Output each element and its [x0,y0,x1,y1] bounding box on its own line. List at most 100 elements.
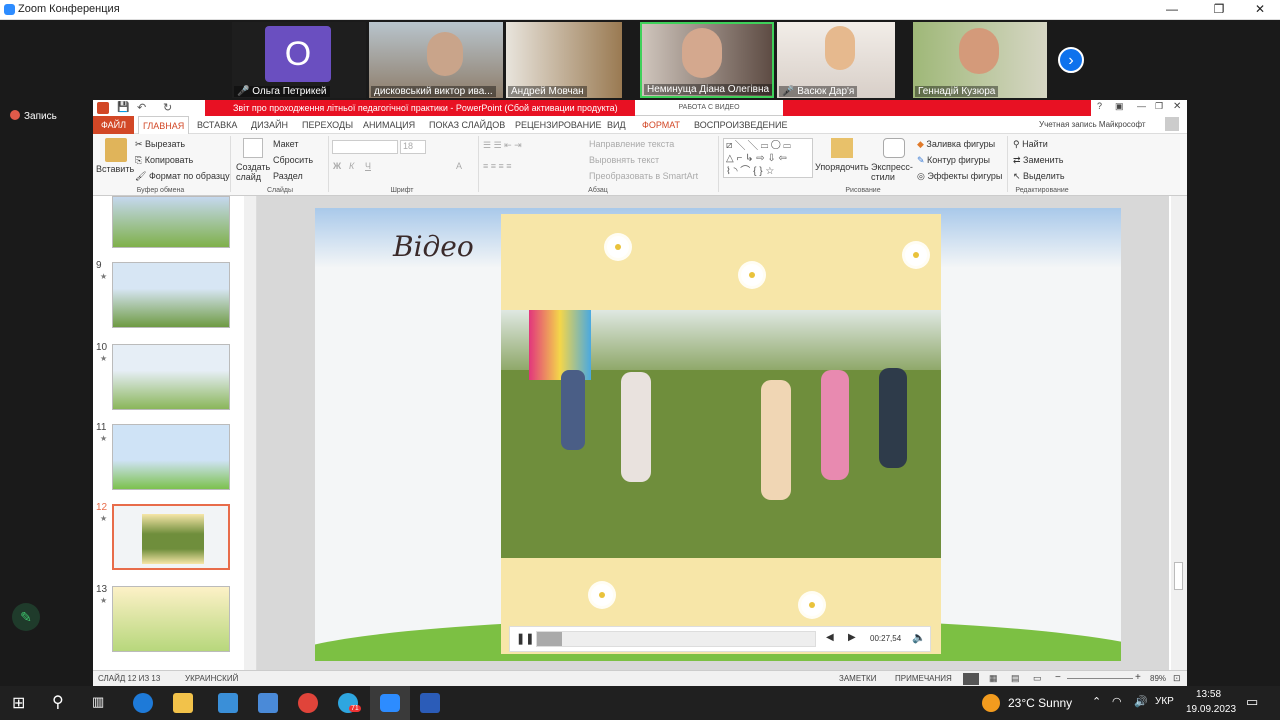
slide-scrollbar[interactable] [1171,196,1187,670]
search-icon[interactable]: ⚲ [52,692,64,712]
fit-slide-icon[interactable]: ⊡ [1173,673,1181,684]
weather-sun-icon[interactable] [982,694,1000,712]
windows-start-icon[interactable]: ⊞ [12,693,25,713]
align-text-button[interactable]: Выровнять текст [589,155,659,165]
slide-thumbnail[interactable] [112,586,230,652]
account-label[interactable]: Учетная запись Майкрософт [1035,116,1150,134]
new-slide-icon[interactable] [243,138,263,158]
underline-button[interactable]: Ч [365,161,371,171]
slide-sorter-icon[interactable]: ▦ [989,673,998,684]
wifi-icon[interactable]: ◠ [1112,695,1122,708]
quick-styles-button[interactable]: Экспресс-стили [871,162,915,182]
clock-time[interactable]: 13:58 [1196,689,1221,700]
save-icon[interactable]: 💾 [117,102,129,113]
video-player[interactable]: ❚❚ ◀ ▶ 00:27,54 🔈 [501,214,941,654]
slide-thumbnail[interactable] [112,262,230,328]
bold-button[interactable]: Ж [333,161,341,171]
slide-thumbnail-selected[interactable] [112,504,230,570]
chevron-up-icon[interactable]: ⌃ [1092,695,1101,708]
undo-icon[interactable]: ↶ [137,101,146,114]
arrange-button[interactable]: Упорядочить [815,162,869,172]
close-button[interactable]: ✕ [1250,2,1270,16]
tab-format[interactable]: ФОРМАТ [638,116,684,134]
zoom-taskbar-active[interactable] [370,686,410,720]
chrome-icon[interactable] [298,693,318,713]
tab-transitions[interactable]: ПЕРЕХОДЫ [298,116,357,134]
help-icon[interactable]: ? [1097,101,1102,111]
cut-button[interactable]: ✂ Вырезать [135,139,185,150]
convert-smartart-button[interactable]: Преобразовать в SmartArt [589,171,698,181]
notifications-icon[interactable]: ▭ [1246,694,1258,710]
font-color-button[interactable]: A [456,161,462,171]
slide-thumbnail[interactable] [112,424,230,490]
ppt-close-button[interactable]: ✕ [1173,101,1181,112]
zoom-slider[interactable] [1067,678,1133,679]
task-view-icon[interactable]: ▥ [92,694,104,710]
section-button[interactable]: Раздел [273,171,303,181]
word-icon[interactable] [420,693,440,713]
clock-date[interactable]: 19.09.2023 [1186,704,1236,715]
select-button[interactable]: ↖ Выделить [1013,171,1065,182]
participant-tile[interactable]: Андрей Мовчан [506,22,622,98]
user-avatar-icon[interactable] [1165,117,1179,131]
find-button[interactable]: ⚲ Найти [1013,139,1048,150]
volume-tray-icon[interactable]: 🔊 [1134,695,1148,708]
edge-icon[interactable] [133,693,153,713]
tab-home[interactable]: ГЛАВНАЯ [138,116,190,134]
shape-fill-button[interactable]: ◆ Заливка фигуры [917,139,995,150]
annotate-pen-icon[interactable]: ✎ [12,603,40,631]
italic-button[interactable]: К [349,161,354,171]
tab-playback[interactable]: ВОСПРОИЗВЕДЕНИЕ [690,116,791,134]
layout-button[interactable]: Макет [273,139,298,149]
file-explorer-icon[interactable] [173,693,193,713]
language-tray[interactable]: УКР [1155,696,1174,707]
video-progress-bar[interactable] [536,631,816,647]
slide-thumbnail[interactable] [112,196,230,248]
zoom-in-button[interactable]: + [1135,672,1141,683]
slideshow-icon[interactable]: ▭ [1033,673,1042,684]
minimize-button[interactable]: — [1162,2,1182,16]
zoom-out-button[interactable]: − [1055,672,1061,683]
new-slide-button[interactable]: Создать слайд [236,162,270,182]
participant-tile[interactable]: 🎤 Васюк Дар'я [777,22,895,98]
font-name-input[interactable] [332,140,398,154]
scroll-thumb[interactable] [1174,562,1183,590]
paste-button[interactable]: Вставить [96,164,134,174]
ppt-minimize-button[interactable]: — [1137,101,1146,111]
slide-title[interactable]: Відео [393,230,474,263]
replace-button[interactable]: ⇄ Заменить [1013,155,1064,166]
participant-tile[interactable]: Геннадій Кузюра [913,22,1047,98]
notes-button[interactable]: ЗАМЕТКИ [839,674,876,683]
participant-tile[interactable]: дисковський виктор ива... [369,22,503,98]
normal-view-icon[interactable] [963,673,979,685]
comments-button[interactable]: ПРИМЕЧАНИЯ [895,674,952,683]
seek-back-button[interactable]: ◀ [826,632,834,643]
shape-outline-button[interactable]: ✎ Контур фигуры [917,155,990,166]
paste-icon[interactable] [105,138,127,162]
participant-tile-active[interactable]: Неминуща Діана Олегівна [640,22,774,98]
text-direction-button[interactable]: Направление текста [589,139,674,149]
copy-button[interactable]: ⎘ Копировать [135,155,193,166]
ribbon-display-icon[interactable]: ▣ [1115,101,1124,112]
recording-indicator[interactable]: Запись [10,110,57,122]
pause-button[interactable]: ❚❚ [516,632,534,645]
tab-slideshow[interactable]: ПОКАЗ СЛАЙДОВ [425,116,509,134]
seek-forward-button[interactable]: ▶ [848,632,856,643]
tab-view[interactable]: ВИД [603,116,630,134]
next-participants-button[interactable]: › [1058,47,1084,73]
tab-file[interactable]: ФАЙЛ [93,116,135,134]
tab-animation[interactable]: АНИМАЦИЯ [359,116,419,134]
quick-styles-icon[interactable] [883,138,905,158]
reading-view-icon[interactable]: ▤ [1011,673,1020,684]
format-painter-button[interactable]: 🖌 Формат по образцу [135,171,230,182]
tab-review[interactable]: РЕЦЕНЗИРОВАНИЕ [511,116,606,134]
slide-thumbnail[interactable] [112,344,230,410]
thumbnails-scrollbar[interactable] [244,196,256,670]
weather-text[interactable]: 23°C Sunny [1008,696,1072,710]
shapes-gallery[interactable]: ⧄ ╲ ╲ ▭ ◯ ▭ △ ⌐ ↳ ⇨ ⇩ ⇦ ⌇ ◝ ⌒ { } ☆ [723,138,813,178]
mail-icon[interactable] [218,693,238,713]
maximize-button[interactable]: ❐ [1209,2,1229,16]
language-indicator[interactable]: УКРАИНСКИЙ [185,674,238,683]
shape-effects-button[interactable]: ◎ Эффекты фигуры [917,171,1002,182]
ppt-restore-button[interactable]: ❐ [1155,101,1163,112]
